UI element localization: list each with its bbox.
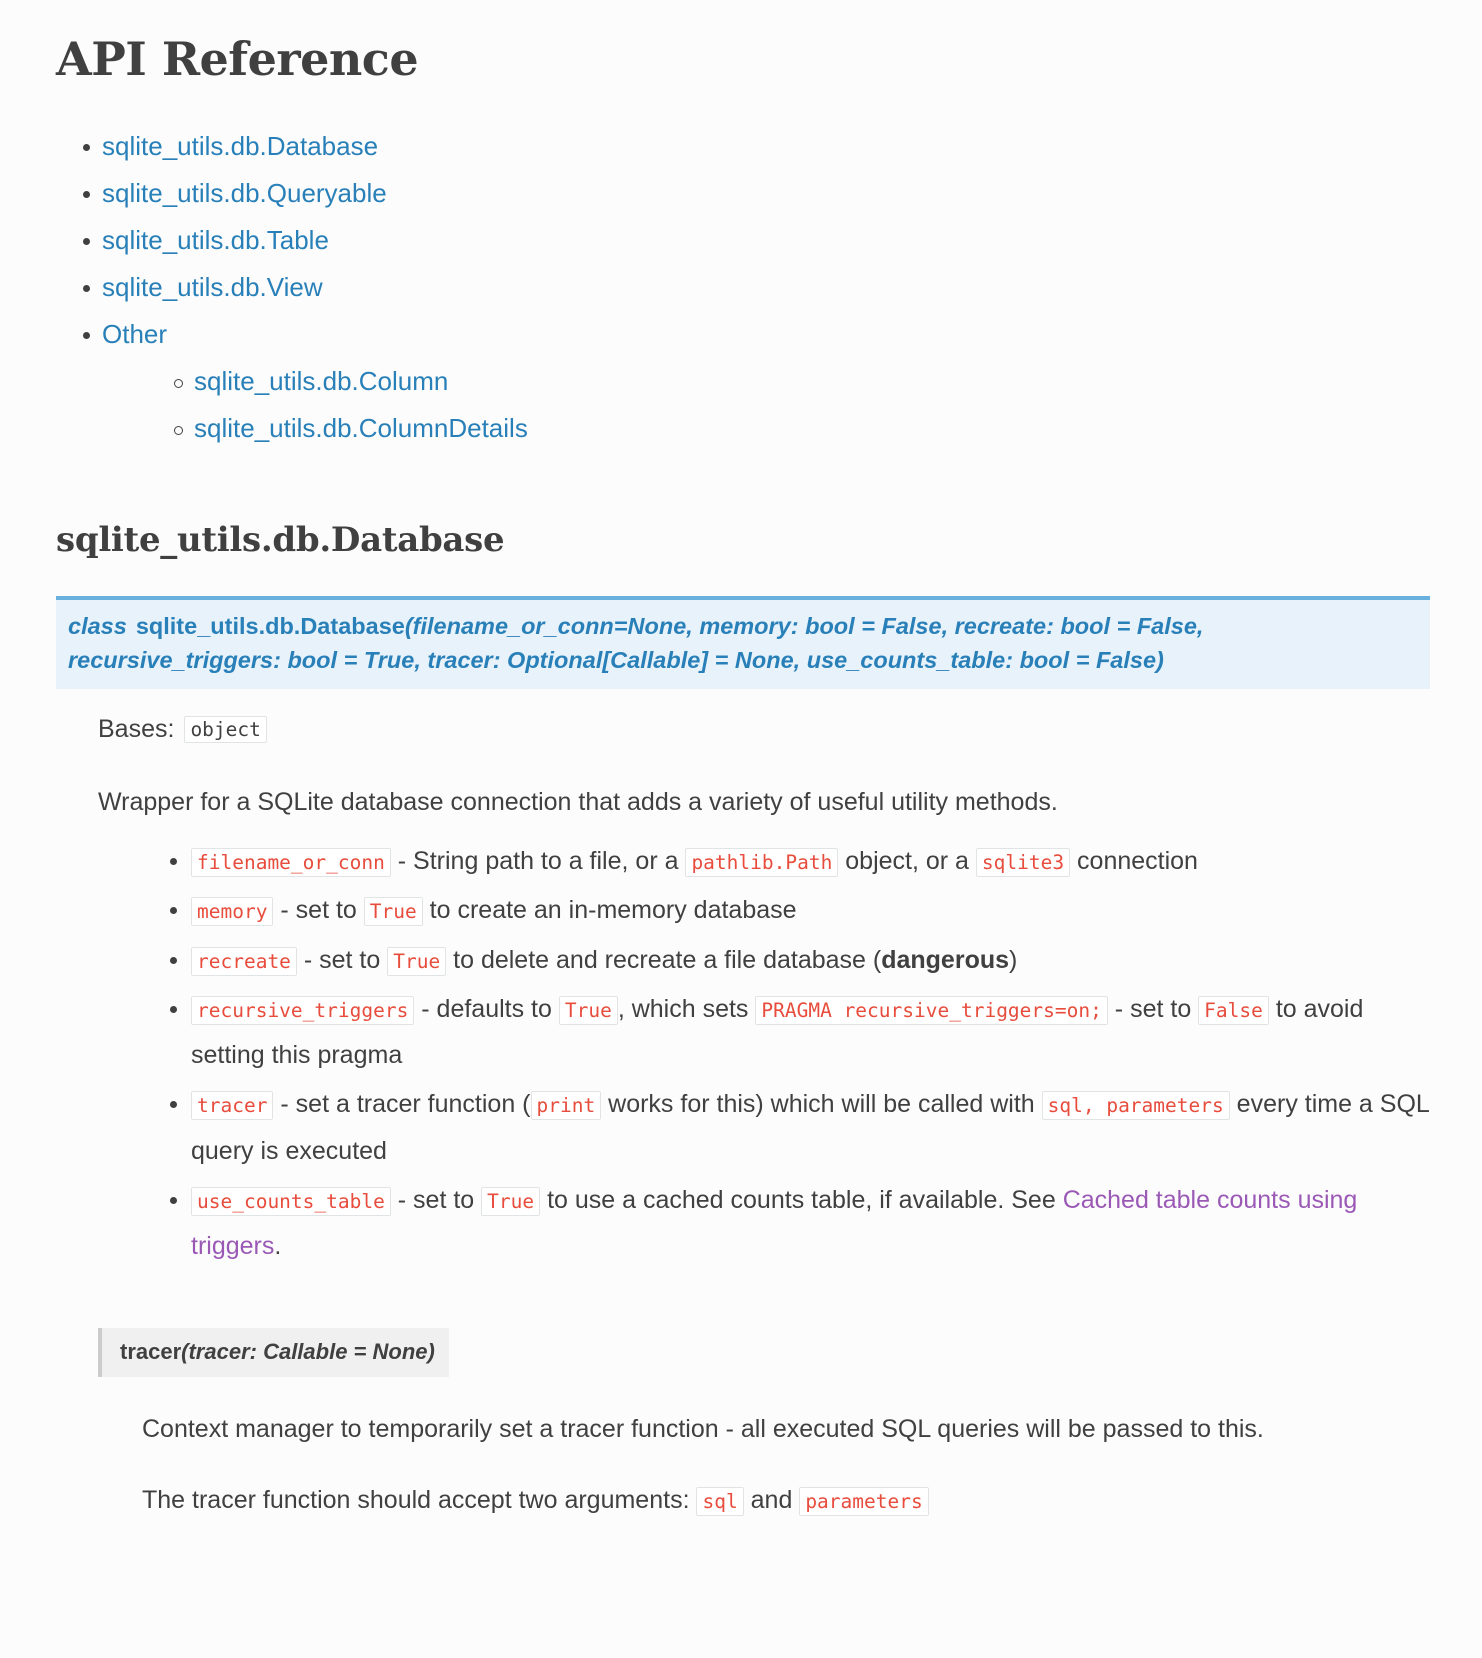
text-run: - set to xyxy=(296,945,388,974)
inline-code: True xyxy=(481,1186,541,1216)
method-paragraph: The tracer function should accept two ar… xyxy=(142,1482,1302,1518)
text-run: to delete and recreate a file database ( xyxy=(446,945,882,974)
method-signature-tracer: tracer(tracer: Callable = None) xyxy=(98,1328,449,1378)
toc-item: sqlite_utils.db.View xyxy=(56,270,1430,305)
toc-link[interactable]: sqlite_utils.db.Database xyxy=(102,131,378,161)
toc-item: sqlite_utils.db.Database xyxy=(56,129,1430,164)
toc-item: sqlite_utils.db.Queryable xyxy=(56,176,1430,211)
inline-code: False xyxy=(1198,995,1269,1025)
bases-label: Bases: xyxy=(98,714,175,743)
text-run: to create an in-memory database xyxy=(422,896,797,925)
page-title: API Reference xyxy=(56,32,419,86)
class-description: Wrapper for a SQLite database connection… xyxy=(98,787,1058,816)
inline-code: memory xyxy=(191,897,274,927)
inline-code: True xyxy=(558,995,618,1025)
inline-code: recursive_triggers xyxy=(191,995,415,1025)
inline-code: True xyxy=(363,897,423,927)
text-run: ) xyxy=(1009,945,1018,974)
inline-code: use_counts_table xyxy=(191,1186,391,1216)
toc-subitem: sqlite_utils.db.ColumnDetails xyxy=(148,411,1430,446)
inline-code: print xyxy=(530,1091,602,1121)
text-run: connection xyxy=(1070,847,1198,876)
parameter-item: recreate - set to True to delete and rec… xyxy=(146,937,1430,983)
documentation-page: API Reference sqlite_utils.db.Database sq… xyxy=(0,0,1482,1518)
method-description: Context manager to temporarily set a tra… xyxy=(98,1411,1430,1518)
text-run: The tracer function should accept two ar… xyxy=(142,1485,697,1514)
toc-sublink[interactable]: sqlite_utils.db.Column xyxy=(194,366,448,396)
emphasis-text: dangerous xyxy=(881,945,1010,974)
toc-item: sqlite_utils.db.Table xyxy=(56,223,1430,258)
section-heading-database: sqlite_utils.db.Database xyxy=(56,520,505,561)
toc-item: Other sqlite_utils.db.Column sqlite_utils.… xyxy=(56,317,1430,446)
bases-value: object xyxy=(184,715,267,744)
text-run: - defaults to xyxy=(414,994,559,1023)
text-run: . xyxy=(274,1232,282,1261)
text-run: object, or a xyxy=(838,847,976,876)
inline-code: sqlite3 xyxy=(975,848,1071,878)
inline-code: sql, parameters xyxy=(1041,1091,1230,1121)
inline-code: sql xyxy=(696,1486,744,1516)
inline-code: tracer xyxy=(191,1091,274,1121)
method-name: tracer xyxy=(120,1339,182,1365)
toc-link[interactable]: sqlite_utils.db.Queryable xyxy=(102,178,387,208)
inline-code: PRAGMA recursive_triggers=on; xyxy=(755,995,1108,1025)
toc-link[interactable]: sqlite_utils.db.View xyxy=(102,272,323,302)
text-run: works for this) which will be called wit… xyxy=(601,1090,1042,1119)
text-run: - set to xyxy=(273,896,364,925)
inline-code: parameters xyxy=(799,1486,929,1516)
text-run: and xyxy=(743,1485,800,1514)
method-paragraph: Context manager to temporarily set a tra… xyxy=(142,1411,1302,1447)
text-run: - set to xyxy=(1107,994,1199,1023)
class-body: Bases: object Wrapper for a SQLite datab… xyxy=(56,715,1430,1518)
inline-code: filename_or_conn xyxy=(191,848,391,878)
parameter-item: filename_or_conn - String path to a file… xyxy=(146,838,1430,884)
class-signature: class sqlite_utils.db.Database(filename_o… xyxy=(56,596,1430,689)
parameter-item: recursive_triggers - defaults to True, w… xyxy=(146,986,1430,1079)
toc-subitem: sqlite_utils.db.Column xyxy=(148,364,1430,399)
inline-code: pathlib.Path xyxy=(685,848,839,878)
inline-code: True xyxy=(387,946,447,976)
toc-sublink[interactable]: sqlite_utils.db.ColumnDetails xyxy=(194,413,528,443)
text-run: to use a cached counts table, if availab… xyxy=(540,1185,1063,1214)
table-of-contents: sqlite_utils.db.Database sqlite_utils.db.… xyxy=(56,129,1430,447)
toc-link[interactable]: Other xyxy=(102,319,167,349)
parameter-item: tracer - set a tracer function (print wo… xyxy=(146,1081,1430,1174)
toc-sublist: sqlite_utils.db.Column sqlite_utils.db.Co… xyxy=(102,364,1430,446)
class-name: sqlite_utils.db.Database xyxy=(135,613,405,640)
text-run: - set to xyxy=(390,1185,482,1214)
parameter-item: memory - set to True to create an in-mem… xyxy=(146,887,1430,933)
class-keyword: class xyxy=(68,613,127,640)
text-run: - set a tracer function ( xyxy=(273,1090,531,1119)
toc-link[interactable]: sqlite_utils.db.Table xyxy=(102,225,329,255)
text-run: - String path to a file, or a xyxy=(390,847,686,876)
parameter-list: filename_or_conn - String path to a file… xyxy=(98,838,1430,1269)
bases-line: Bases: object xyxy=(98,715,1430,744)
text-run: Context manager to temporarily set a tra… xyxy=(142,1415,1264,1444)
inline-code: recreate xyxy=(191,946,297,976)
parameter-item: use_counts_table - set to True to use a … xyxy=(146,1177,1430,1270)
text-run: , which sets xyxy=(617,994,756,1023)
method-parameters: (tracer: Callable = None) xyxy=(181,1339,435,1365)
